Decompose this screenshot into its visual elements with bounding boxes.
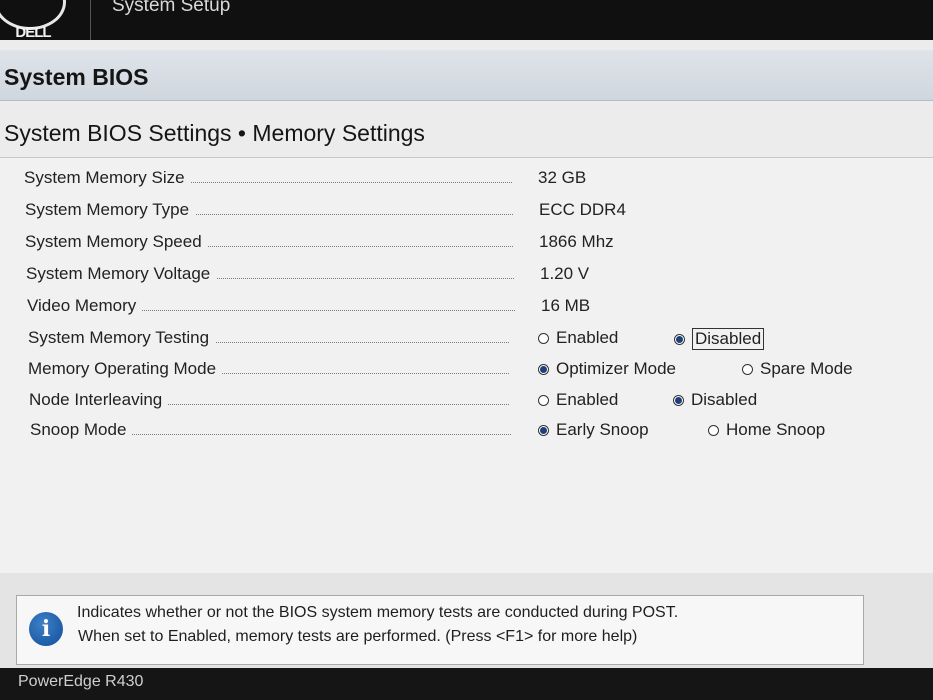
- setting-row-memory-speed: System Memory Speed 1866 Mhz: [25, 232, 905, 258]
- setting-value: 1.20 V: [540, 264, 590, 283]
- setting-value: 1866 Mhz: [539, 232, 614, 251]
- radio-unselected-icon: [538, 394, 549, 406]
- setting-row-video-memory: Video Memory 16 MB: [27, 296, 907, 322]
- option-label: Enabled: [556, 328, 619, 347]
- bios-screen: DELL System Setup System BIOS System BIO…: [0, 0, 933, 700]
- setting-value: 32 GB: [538, 168, 587, 187]
- radio-home-snoop[interactable]: Home Snoop: [708, 420, 825, 440]
- radio-selected-icon: [538, 424, 549, 436]
- section-title: System BIOS: [4, 64, 149, 90]
- setting-row-memory-voltage: System Memory Voltage 1.20 V: [26, 264, 906, 290]
- setting-row-memory-size: System Memory Size 32 GB: [24, 168, 904, 194]
- help-box: i Indicates whether or not the BIOS syst…: [16, 595, 864, 665]
- radio-node-interleaving-disabled[interactable]: Disabled: [673, 390, 757, 410]
- setting-label: Node Interleaving: [29, 390, 169, 410]
- option-label-focused: Disabled: [692, 328, 765, 350]
- option-label: Spare Mode: [760, 359, 853, 378]
- app-title: System Setup: [112, 0, 231, 16]
- top-header-bar: DELL System Setup: [0, 0, 933, 41]
- setting-row-memory-testing: System Memory Testing Enabled Disabled: [28, 328, 908, 354]
- setting-row-operating-mode: Memory Operating Mode Optimizer Mode Spa…: [28, 359, 908, 385]
- radio-node-interleaving-enabled[interactable]: Enabled: [538, 390, 618, 410]
- option-label: Early Snoop: [556, 420, 649, 439]
- radio-optimizer-mode[interactable]: Optimizer Mode: [538, 359, 676, 379]
- setting-label: System Memory Size: [24, 168, 191, 188]
- radio-selected-icon: [674, 333, 685, 345]
- help-area: i Indicates whether or not the BIOS syst…: [0, 573, 933, 668]
- radio-memory-testing-enabled[interactable]: Enabled: [538, 328, 618, 348]
- radio-selected-icon: [673, 394, 684, 406]
- setting-label: System Memory Speed: [25, 232, 208, 252]
- help-text-line-1: Indicates whether or not the BIOS system…: [77, 604, 679, 621]
- footer-bar: PowerEdge R430: [0, 668, 933, 700]
- settings-panel: System Memory Size 32 GB System Memory T…: [0, 158, 933, 573]
- setting-row-node-interleaving: Node Interleaving Enabled Disabled: [29, 390, 909, 416]
- setting-label: Snoop Mode: [30, 420, 133, 440]
- setting-label: Video Memory: [27, 296, 143, 316]
- setting-value: ECC DDR4: [539, 200, 626, 219]
- setting-label: System Memory Voltage: [26, 264, 217, 284]
- option-label: Enabled: [556, 390, 619, 409]
- setting-value: 16 MB: [541, 296, 591, 315]
- option-label: Optimizer Mode: [556, 359, 676, 378]
- radio-unselected-icon: [538, 332, 549, 344]
- help-text-line-2: When set to Enabled, memory tests are pe…: [78, 628, 638, 645]
- radio-unselected-icon: [742, 363, 753, 375]
- radio-early-snoop[interactable]: Early Snoop: [538, 420, 649, 440]
- option-label: Home Snoop: [726, 420, 826, 439]
- dell-logo-text: DELL: [15, 24, 51, 41]
- setting-label: System Memory Testing: [28, 328, 216, 348]
- radio-spare-mode[interactable]: Spare Mode: [742, 359, 853, 379]
- page-title: System BIOS Settings • Memory Settings: [4, 120, 425, 146]
- option-label: Disabled: [691, 390, 758, 409]
- info-icon: i: [29, 612, 63, 646]
- radio-selected-icon: [538, 363, 549, 375]
- setting-row-snoop-mode: Snoop Mode Early Snoop Home Snoop: [30, 420, 910, 446]
- setting-row-memory-type: System Memory Type ECC DDR4: [25, 200, 905, 226]
- setting-label: Memory Operating Mode: [28, 359, 223, 379]
- section-header: System BIOS: [0, 50, 933, 101]
- header-divider: [90, 0, 91, 40]
- setting-label: System Memory Type: [25, 200, 196, 220]
- radio-memory-testing-disabled[interactable]: Disabled: [674, 328, 765, 350]
- system-model: PowerEdge R430: [18, 673, 144, 690]
- radio-unselected-icon: [708, 424, 719, 436]
